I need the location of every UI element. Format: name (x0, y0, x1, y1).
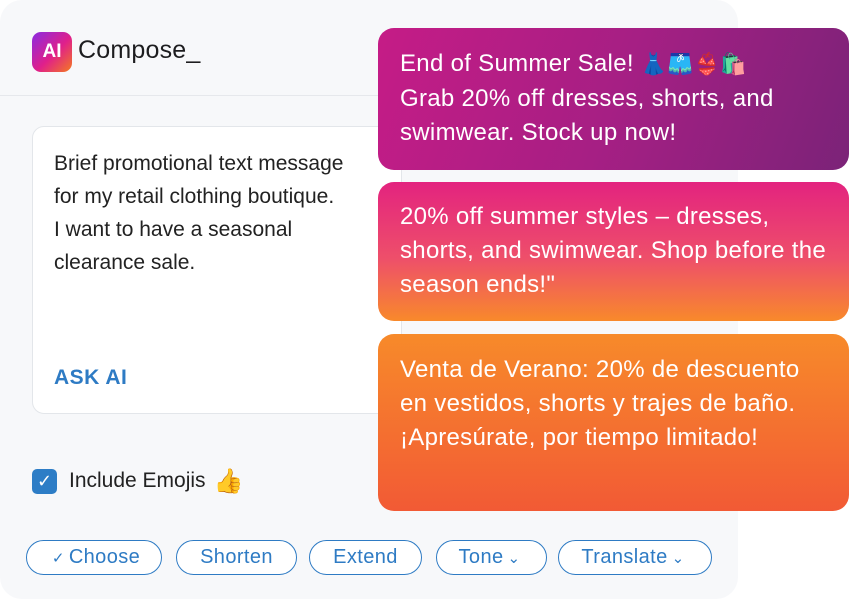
tone-label: Tone (458, 546, 504, 568)
extend-label: Extend (333, 546, 398, 568)
translate-dropdown[interactable]: Translate ⌄ (558, 540, 712, 575)
prompt-input[interactable]: Brief promotional text message for my re… (32, 126, 402, 414)
prompt-text[interactable]: Brief promotional text message for my re… (54, 147, 344, 279)
thumbs-up-icon: 👍 (213, 467, 244, 495)
clothing-emoji-icons: 👗🩳👙🛍️ (640, 53, 747, 76)
include-emojis-option[interactable]: ✓ Include Emojis 👍 (32, 464, 243, 498)
include-emojis-label: Include Emojis (69, 469, 206, 492)
chevron-down-icon: ⌄ (671, 549, 685, 567)
ask-ai-button[interactable]: ASK AI (54, 366, 127, 390)
choose-button[interactable]: ✓ Choose (26, 540, 162, 575)
suggestion-2-text: 20% off summer styles – dresses, shorts,… (400, 203, 826, 298)
suggestion-card-2[interactable]: 20% off summer styles – dresses, shorts,… (378, 182, 849, 321)
translate-label: Translate (581, 546, 668, 568)
shorten-button[interactable]: Shorten (176, 540, 297, 575)
suggestion-1-text: Grab 20% off dresses, shorts, and swimwe… (400, 85, 774, 146)
check-icon: ✓ (51, 549, 65, 567)
extend-button[interactable]: Extend (309, 540, 422, 575)
choose-label: Choose (68, 546, 141, 568)
suggestion-1-headline: End of Summer Sale! (400, 50, 641, 77)
suggestion-card-3[interactable]: Venta de Verano: 20% de descuento en ves… (378, 334, 849, 511)
suggestion-card-1[interactable]: End of Summer Sale! 👗🩳👙🛍️ Grab 20% off d… (378, 28, 849, 170)
app-title: Compose_ (78, 36, 201, 64)
include-emojis-checkbox[interactable]: ✓ (32, 468, 57, 494)
chevron-down-icon: ⌄ (507, 549, 521, 567)
check-icon: ✓ (36, 470, 53, 491)
shorten-label: Shorten (200, 546, 273, 568)
tone-dropdown[interactable]: Tone ⌄ (436, 540, 547, 575)
suggestion-3-text: Venta de Verano: 20% de descuento en ves… (400, 356, 800, 451)
ai-logo: AI (32, 32, 72, 72)
